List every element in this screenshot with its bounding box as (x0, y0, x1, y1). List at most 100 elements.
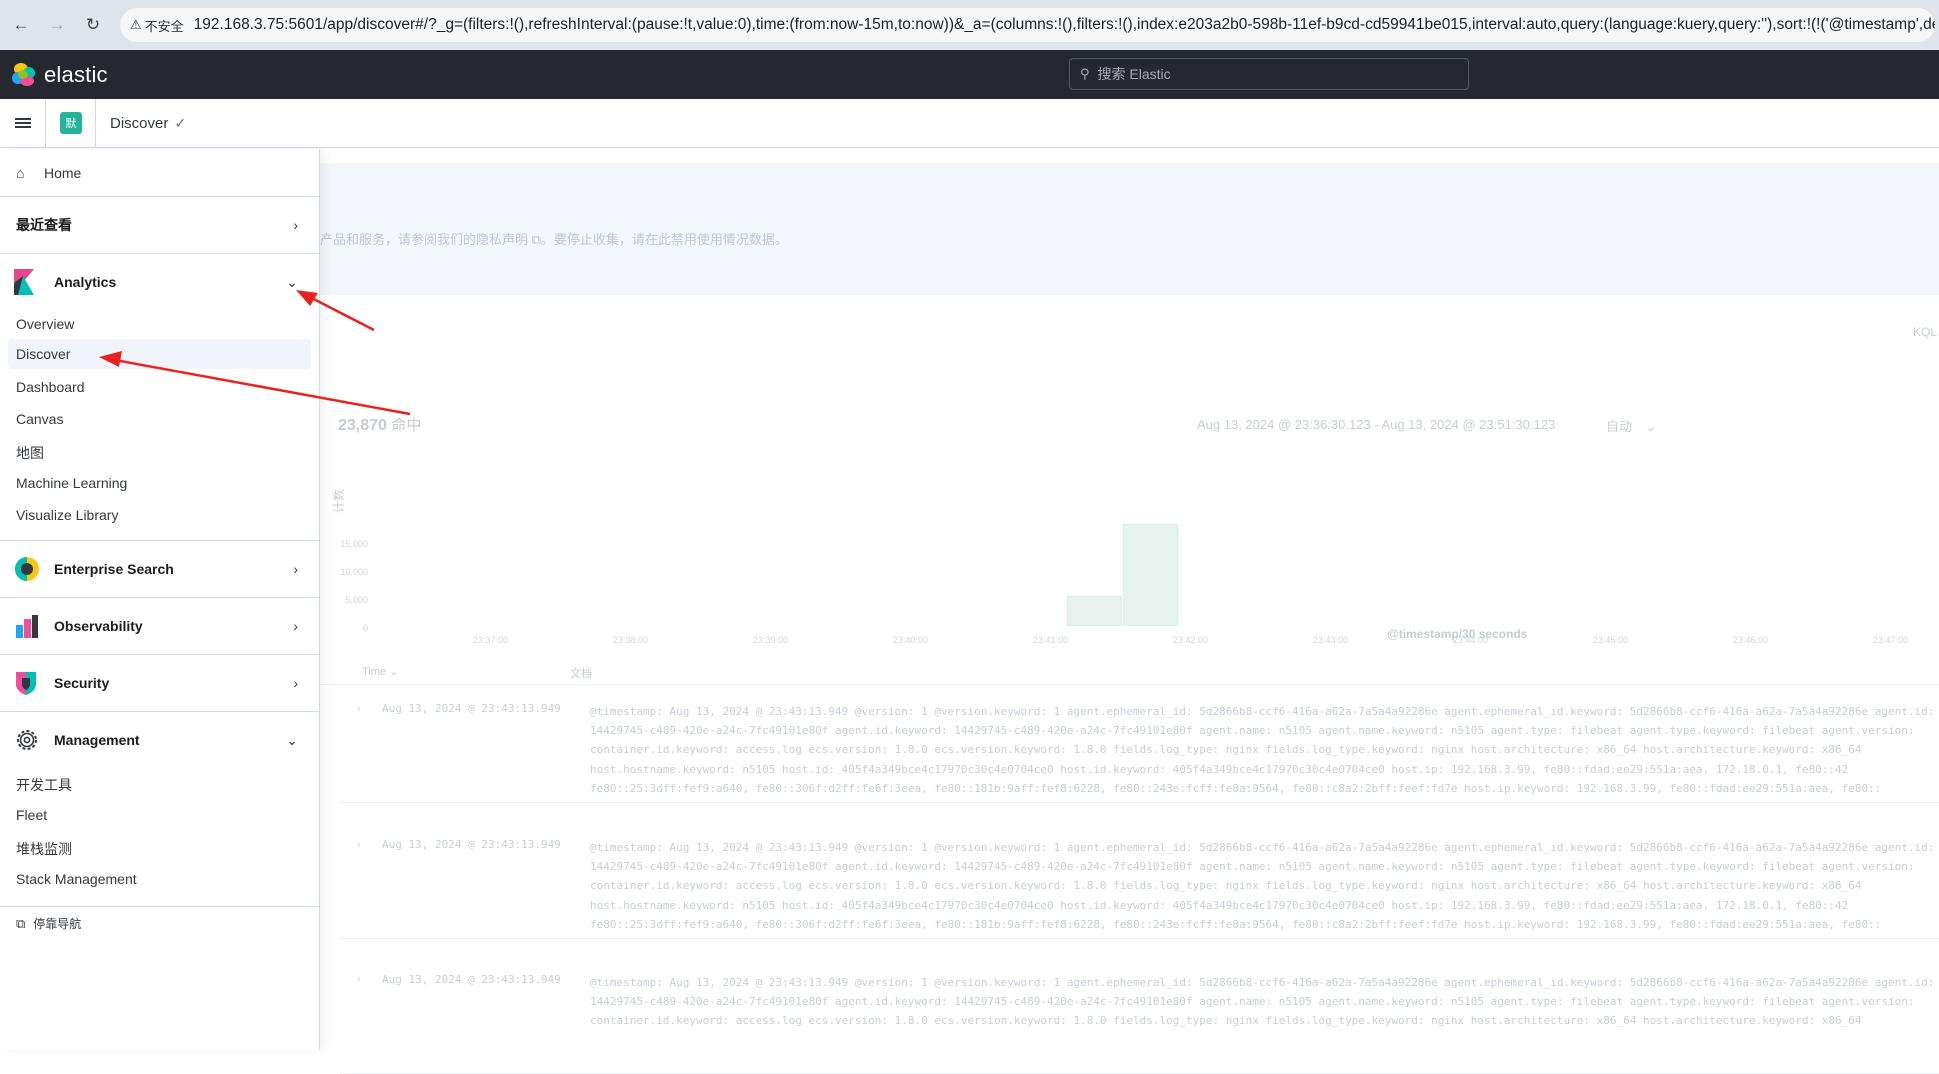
browser-toolbar: ← → ↻ ⚠ 不安全 192.168.3.75:5601/app/discov… (0, 0, 1939, 50)
forward-icon[interactable]: → (42, 10, 72, 40)
nav-item-overview[interactable]: Overview (16, 316, 74, 332)
table-row[interactable]: › Aug 13, 2024 @ 23:43:13.949 @timestamp… (340, 829, 1939, 939)
row-time: Aug 13, 2024 @ 23:43:13.949 (382, 838, 561, 851)
enterprise-search-icon (14, 556, 40, 582)
nav-item-discover[interactable]: Discover (8, 339, 311, 369)
chevron-down-icon[interactable]: ⌄ (286, 732, 298, 749)
banner-text: 产品和服务，请参阅我们的隐私声明 ⧉。要停止收集，请在此禁用使用情况数据。 (320, 232, 788, 247)
space-avatar[interactable]: 默 (60, 112, 82, 134)
chevron-right-icon: › (293, 618, 298, 634)
search-placeholder: 搜索 Elastic (1097, 66, 1171, 82)
x-tick: 23:46:00 (1733, 635, 1769, 645)
nav-item-machine-learning[interactable]: Machine Learning (16, 475, 127, 491)
global-search-input[interactable]: ⚲ 搜索 Elastic (1069, 58, 1469, 90)
nav-security[interactable]: Security › (0, 655, 320, 711)
chevron-right-icon: › (293, 675, 298, 691)
nav-item-dev-tools[interactable]: 开发工具 (16, 775, 72, 795)
column-header-document: 文档 (570, 668, 592, 680)
breadcrumb[interactable]: Discover (110, 115, 168, 132)
dock-label: 停靠导航 (33, 917, 82, 931)
row-document: @timestamp: Aug 13, 2024 @ 23:43:13.949 … (590, 705, 1935, 795)
nav-analytics[interactable]: Analytics ⌄ (0, 254, 320, 310)
check-icon: ✓ (174, 114, 187, 131)
nav-item-dashboard[interactable]: Dashboard (16, 379, 85, 395)
security-indicator[interactable]: ⚠ 不安全 (130, 16, 184, 35)
elastic-header: elastic ⚲ 搜索 Elastic (0, 50, 1939, 99)
warning-icon: ⚠ (130, 17, 142, 32)
nav-analytics-label: Analytics (54, 274, 117, 290)
chevron-down-icon: ⌄ (1645, 419, 1657, 434)
nav-item-canvas[interactable]: Canvas (16, 411, 63, 427)
x-axis-label: @timestamp/30 seconds (1387, 627, 1528, 641)
security-icon (14, 670, 40, 696)
row-document: @timestamp: Aug 13, 2024 @ 23:43:13.949 … (590, 976, 1935, 1028)
security-label: 不安全 (144, 18, 184, 34)
hits-count: 23,870 命中 (338, 414, 421, 435)
elastic-logo[interactable]: elastic (12, 62, 108, 88)
nav-item-stack-management[interactable]: Stack Management (16, 871, 137, 887)
nav-management[interactable]: Management ⌄ (0, 712, 320, 768)
dock-icon: ⧉ (16, 915, 26, 931)
url-text[interactable]: 192.168.3.75:5601/app/discover#/?_g=(fil… (194, 16, 1935, 34)
nav-security-label: Security (54, 675, 110, 691)
x-tick: 23:39:00 (753, 635, 789, 645)
table-row[interactable]: › Aug 13, 2024 @ 23:43:13.949 @timestamp… (340, 693, 1939, 803)
x-tick: 23:38:00 (613, 635, 649, 645)
histogram-chart: 15,000 10,000 5,000 0 23:37:00 23:38:00 … (330, 439, 1939, 669)
home-icon: ⌂ (16, 164, 25, 181)
column-header-time[interactable]: Time ⌄ (362, 665, 398, 678)
nav-recent[interactable]: 最近查看 › (0, 197, 320, 253)
hits-value: 23,870 (338, 417, 387, 434)
time-range: Aug 13, 2024 @ 23:36:30.123 - Aug 13, 20… (1197, 417, 1556, 432)
dock-navigation-button[interactable]: ⧉ 停靠导航 (16, 915, 81, 932)
back-icon[interactable]: ← (6, 10, 36, 40)
x-tick: 23:42:00 (1173, 635, 1209, 645)
x-tick: 23:37:00 (473, 635, 509, 645)
nav-item-visualize-library[interactable]: Visualize Library (16, 507, 118, 523)
nav-observability[interactable]: Observability › (0, 598, 320, 654)
chevron-right-icon: › (293, 217, 298, 233)
header-divider (95, 99, 96, 147)
expand-icon[interactable]: › (357, 974, 360, 985)
elastic-logo-icon (12, 62, 36, 87)
table-row[interactable]: › Aug 13, 2024 @ 23:43:13.949 @timestamp… (340, 964, 1939, 1074)
telemetry-banner: 产品和服务，请参阅我们的隐私声明 ⧉。要停止收集，请在此禁用使用情况数据。 (320, 163, 1939, 295)
histogram-bar[interactable] (1067, 596, 1122, 626)
nav-observability-label: Observability (54, 618, 143, 634)
kql-toggle[interactable]: KQL (1913, 325, 1937, 339)
nav-home[interactable]: ⌂ Home (0, 149, 320, 197)
hamburger-icon (14, 116, 31, 130)
menu-toggle-button[interactable] (0, 99, 46, 147)
x-tick: 23:43:00 (1313, 635, 1349, 645)
table-header: Time ⌄ 文档 (320, 657, 1939, 685)
nav-item-fleet[interactable]: Fleet (16, 807, 47, 823)
nav-enterprise-search-label: Enterprise Search (54, 561, 174, 577)
nav-enterprise-search[interactable]: Enterprise Search › (0, 541, 320, 597)
chevron-down-icon[interactable]: ⌄ (286, 274, 298, 291)
row-document: @timestamp: Aug 13, 2024 @ 23:43:13.949 … (590, 841, 1935, 931)
observability-icon (14, 613, 40, 639)
app-header: 默 Discover ✓ (0, 99, 1939, 148)
x-tick: 23:41:00 (1033, 635, 1069, 645)
expand-icon[interactable]: › (357, 839, 360, 850)
x-tick: 23:47:00 (1873, 635, 1909, 645)
discover-main: 产品和服务，请参阅我们的隐私声明 ⧉。要停止收集，请在此禁用使用情况数据。 KQ… (320, 149, 1939, 1074)
chevron-right-icon: › (293, 561, 298, 577)
hits-label: 命中 (391, 417, 422, 434)
x-tick: 23:45:00 (1593, 635, 1629, 645)
side-navigation: ⌂ Home 最近查看 › Analytics ⌄ Overview Disco… (0, 149, 320, 1050)
address-bar[interactable]: ⚠ 不安全 192.168.3.75:5601/app/discover#/?_… (120, 8, 1935, 42)
histogram-bar[interactable] (1123, 524, 1178, 626)
nav-item-maps[interactable]: 地图 (16, 443, 44, 463)
interval-select[interactable]: 自动 ⌄ (1606, 416, 1657, 435)
reload-icon[interactable]: ↻ (78, 10, 108, 40)
row-time: Aug 13, 2024 @ 23:43:13.949 (382, 702, 561, 715)
nav-recent-label: 最近查看 (16, 217, 72, 233)
search-icon: ⚲ (1080, 66, 1090, 81)
gear-icon (14, 727, 40, 753)
expand-icon[interactable]: › (357, 703, 360, 714)
nav-item-stack-monitoring[interactable]: 堆栈监测 (16, 839, 72, 859)
row-time: Aug 13, 2024 @ 23:43:13.949 (382, 973, 561, 986)
y-axis-label: 计数 (332, 488, 346, 513)
brand-name: elastic (44, 61, 108, 87)
